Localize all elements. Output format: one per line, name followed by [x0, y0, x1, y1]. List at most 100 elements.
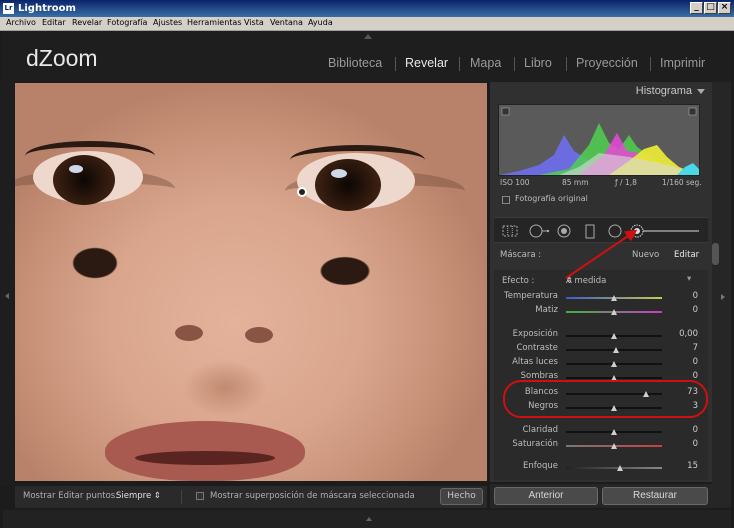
slider-label: Enfoque [523, 461, 558, 471]
slider-label: Altas luces [512, 357, 558, 367]
done-button[interactable]: Hecho [440, 488, 483, 505]
spot-removal-icon[interactable] [528, 224, 550, 238]
photo-canvas[interactable] [15, 83, 487, 481]
menu-editar[interactable]: Editar [42, 18, 66, 27]
show-pins-label: Mostrar Editar puntos: [23, 491, 119, 501]
slider-thumb[interactable] [610, 295, 617, 301]
lightroom-logo-icon: Lr [3, 3, 14, 14]
slider-row: Contraste 7 [494, 343, 708, 355]
slider-label: Exposición [512, 329, 558, 339]
left-panel-collapsed [0, 82, 14, 486]
panel-buttons: Anterior Restaurar [490, 484, 712, 508]
slider-thumb[interactable] [610, 309, 617, 315]
slider-row: Matiz 0 [494, 305, 708, 317]
previous-button[interactable]: Anterior [494, 487, 598, 505]
module-divider [650, 57, 651, 71]
slider-value[interactable]: 7 [693, 343, 698, 353]
slider-row: Saturación 0 [494, 439, 708, 451]
adjustment-sliders: Efecto : A medida ⇕ ▾ Temperatura 0 Matiz 0… [494, 270, 708, 480]
slider-thumb[interactable] [610, 333, 617, 339]
top-panel-toggle-icon[interactable] [364, 34, 372, 39]
close-button[interactable]: × [718, 2, 731, 14]
left-panel-toggle-icon[interactable] [5, 293, 9, 299]
photo-detail [331, 169, 347, 178]
show-pins-value: Siempre [116, 491, 152, 501]
slider-value[interactable]: 0 [693, 439, 698, 449]
menu-archivo[interactable]: Archivo [6, 18, 36, 27]
menu-ajustes[interactable]: Ajustes [153, 18, 182, 27]
module-proyeccion[interactable]: Proyección [576, 56, 638, 70]
histogram-title: Histograma [635, 85, 692, 97]
slider-thumb[interactable] [610, 429, 617, 435]
photo-detail [53, 155, 115, 205]
crop-overlay-icon[interactable] [501, 224, 519, 238]
shutter-speed: 1/160 seg. [662, 178, 702, 187]
overlay-checkbox[interactable] [196, 492, 204, 500]
photo-detail [315, 159, 381, 211]
annotation-arrow-icon [565, 229, 638, 279]
lightroom-window: Lr Lightroom _ □ × Archivo Editar Revela… [0, 0, 734, 528]
slider-track[interactable] [566, 467, 662, 469]
reset-button[interactable]: Restaurar [602, 487, 708, 505]
slider-value[interactable]: 0 [693, 291, 698, 301]
filmstrip-toggle-icon[interactable] [366, 517, 372, 521]
right-panel-edge [712, 82, 731, 508]
histogram-chart [498, 104, 700, 176]
module-divider [395, 57, 396, 71]
menu-revelar[interactable]: Revelar [72, 18, 102, 27]
annotation-highlight-ellipse [503, 380, 708, 418]
slider-row: Altas luces 0 [494, 357, 708, 369]
module-biblioteca[interactable]: Biblioteca [328, 56, 382, 70]
slider-label: Claridad [522, 425, 558, 435]
module-mapa[interactable]: Mapa [470, 56, 501, 70]
histogram-header[interactable]: Histograma [490, 82, 712, 100]
menu-bar: Archivo Editar Revelar Fotografía Ajuste… [0, 17, 734, 31]
slider-row: Exposición 0,00 [494, 329, 708, 341]
slider-value[interactable]: 0 [693, 305, 698, 315]
slider-row: Temperatura 0 [494, 291, 708, 303]
histogram-graph [499, 107, 699, 175]
collapse-triangle-icon[interactable]: ▾ [687, 274, 691, 284]
module-divider [566, 57, 567, 71]
overlay-label: Mostrar superposición de máscara selecci… [210, 491, 415, 501]
photo-detail [69, 165, 83, 173]
minimize-button[interactable]: _ [690, 2, 703, 14]
module-revelar[interactable]: Revelar [405, 56, 448, 70]
show-pins-select[interactable]: Siempre ⇕ [116, 491, 161, 501]
menu-herramientas[interactable]: Herramientas [187, 18, 242, 27]
maximize-button[interactable]: □ [704, 2, 717, 14]
slider-thumb[interactable] [613, 347, 620, 353]
bottom-toolbar: Mostrar Editar puntos: Siempre ⇕ Mostrar… [15, 486, 487, 508]
menu-ventana[interactable]: Ventana [270, 18, 303, 27]
slider-thumb[interactable] [610, 361, 617, 367]
slider-value[interactable]: 0 [693, 357, 698, 367]
mask-label: Máscara : [500, 250, 542, 260]
collapse-triangle-icon[interactable] [697, 89, 705, 94]
right-panel: Histograma ISO 100 85 mm ƒ / 1,8 1/160 s… [490, 82, 712, 482]
identity-plate: dZoom [26, 45, 98, 71]
toolbar-divider [181, 490, 182, 504]
module-imprimir[interactable]: Imprimir [660, 56, 705, 70]
panel-scrollbar[interactable] [712, 243, 719, 265]
slider-value[interactable]: 0 [693, 425, 698, 435]
original-photo-checkbox[interactable] [502, 196, 510, 204]
menu-fotografia[interactable]: Fotografía [107, 18, 147, 27]
slider-label: Saturación [512, 439, 558, 449]
photo-detail [175, 325, 203, 341]
module-divider [514, 57, 515, 71]
effect-label: Efecto : [502, 276, 535, 286]
slider-label: Temperatura [503, 291, 558, 301]
aperture-value: ƒ / 1,8 [615, 178, 637, 187]
slider-value[interactable]: 15 [687, 461, 698, 471]
menu-ayuda[interactable]: Ayuda [308, 18, 333, 27]
slider-thumb[interactable] [617, 465, 624, 471]
iso-value: ISO 100 [500, 178, 530, 187]
menu-vista[interactable]: Vista [244, 18, 264, 27]
slider-value[interactable]: 0,00 [679, 329, 698, 339]
slider-label: Contraste [516, 343, 558, 353]
mask-edit-button[interactable]: Editar [674, 250, 699, 260]
adjustment-pin-icon[interactable] [297, 187, 307, 197]
module-libro[interactable]: Libro [524, 56, 552, 70]
slider-thumb[interactable] [610, 443, 617, 449]
right-panel-toggle-icon[interactable] [721, 294, 725, 300]
